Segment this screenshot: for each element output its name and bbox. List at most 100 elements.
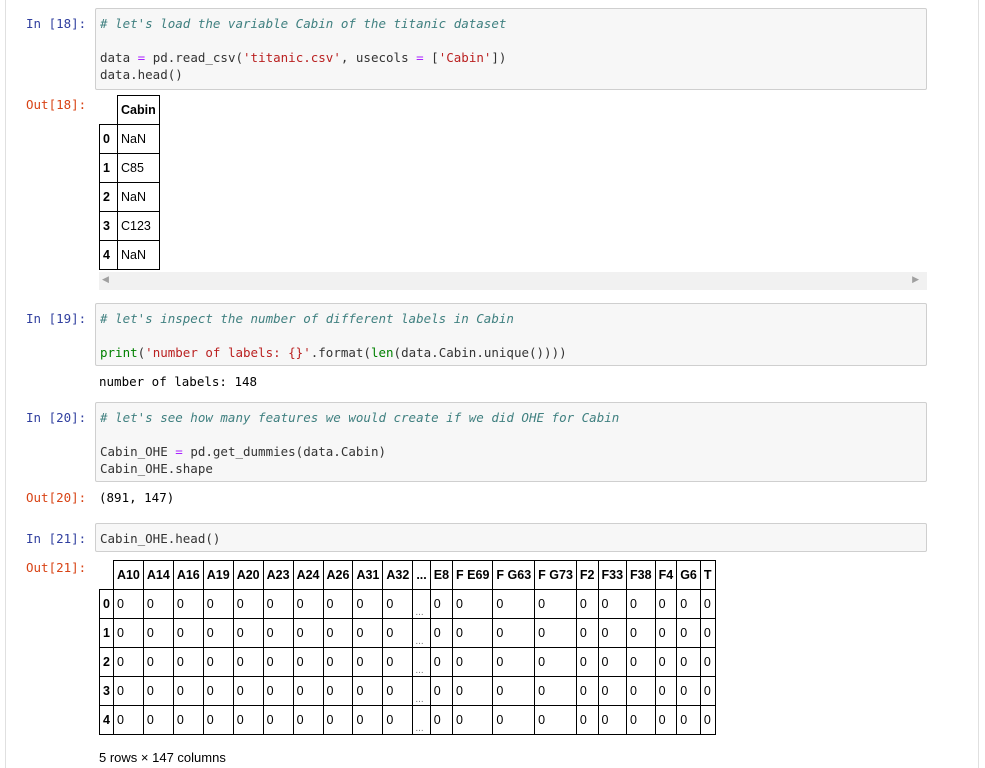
table-cell: 0	[352, 647, 384, 677]
code-comment: # let's see how many features we would c…	[100, 410, 620, 425]
column-header: A14	[142, 560, 174, 590]
table-cell: ...	[412, 705, 431, 735]
row-index: 4	[99, 705, 114, 735]
table-row: 2 NaN	[99, 182, 160, 212]
table-cell: 0	[352, 676, 384, 706]
table-cell: 0	[626, 676, 656, 706]
column-header: A20	[232, 560, 264, 590]
table-cell: 0	[322, 676, 354, 706]
code-cell-20[interactable]: # let's see how many features we would c…	[95, 402, 927, 482]
table-cell: 0	[202, 618, 234, 648]
table-cell: 0	[142, 705, 174, 735]
table-cell: 0	[322, 589, 354, 619]
row-index: 1	[99, 153, 118, 183]
index-header	[99, 95, 118, 125]
in-prompt-18: In [18]:	[26, 16, 87, 31]
column-header: T	[699, 560, 716, 590]
notebook: In [18]: # let's load the variable Cabin…	[0, 0, 985, 768]
column-header: A23	[262, 560, 294, 590]
table-cell: 0	[322, 705, 354, 735]
table-cell: 0	[534, 589, 577, 619]
table-cell: 0	[202, 676, 234, 706]
code-cell-19[interactable]: # let's inspect the number of different …	[95, 303, 927, 366]
column-header: E8	[429, 560, 454, 590]
code-line: print('number of labels: {}'.format(len(…	[100, 345, 567, 360]
table-cell: 0	[597, 647, 628, 677]
out-prompt-21: Out[21]:	[26, 560, 87, 575]
table-cell: 0	[322, 647, 354, 677]
table-cell: 0	[292, 676, 324, 706]
code-cell-18[interactable]: # let's load the variable Cabin of the t…	[95, 8, 927, 90]
table-cell: ...	[412, 589, 431, 619]
table-cell: 0	[699, 647, 716, 677]
table-cell: 0	[172, 647, 204, 677]
table-cell: 0	[322, 618, 354, 648]
table-cell: 0	[575, 705, 599, 735]
table-cell: ...	[412, 676, 431, 706]
table-cell: 0	[699, 676, 716, 706]
table-cell: 0	[382, 647, 414, 677]
table-row: 1 C85	[99, 153, 160, 183]
table-cell: 0	[452, 647, 494, 677]
table-cell: 0	[575, 589, 599, 619]
column-header: F G73	[534, 560, 577, 590]
in-prompt-21: In [21]:	[26, 531, 87, 546]
index-header	[99, 560, 114, 590]
column-header: A19	[202, 560, 234, 590]
table-cell: 0	[597, 705, 628, 735]
table-cell: 0	[172, 589, 204, 619]
table-row: 1 0 0 0 0 0 0 0 0 0 0... 0 0 0 0 0 0 0 0 0 0	[99, 618, 716, 648]
table-cell: 0	[626, 705, 656, 735]
table-cell: 0	[534, 705, 577, 735]
table-cell: 0	[202, 589, 234, 619]
table-row: 4 NaN	[99, 240, 160, 270]
table-cell: 0	[292, 589, 324, 619]
table-row: 3 0 0 0 0 0 0 0 0 0 0... 0 0 0 0 0 0 0 0 0 0	[99, 676, 716, 706]
row-index: 2	[99, 182, 118, 212]
table-cell: 0	[262, 647, 294, 677]
column-header: A26	[322, 560, 354, 590]
table-cell: 0	[676, 589, 701, 619]
table-cell: 0	[575, 676, 599, 706]
table-cell: 0	[575, 618, 599, 648]
execute-result-20: (891, 147)	[99, 490, 175, 505]
table-cell: 0	[429, 589, 454, 619]
code-line: Cabin_OHE.shape	[100, 461, 213, 476]
out-prompt-20: Out[20]:	[26, 490, 87, 505]
table-cell: 0	[382, 676, 414, 706]
row-index: 0	[99, 124, 118, 154]
horizontal-scrollbar[interactable]: ◀ ▶	[99, 272, 927, 290]
row-index: 0	[99, 589, 114, 619]
table-cell: 0	[597, 589, 628, 619]
table-cell: 0	[699, 589, 716, 619]
dataframe-shape-caption: 5 rows × 147 columns	[99, 750, 226, 765]
in-prompt-20: In [20]:	[26, 410, 87, 425]
table-cell: 0	[232, 705, 264, 735]
table-cell: 0	[452, 705, 494, 735]
table-cell: 0	[626, 589, 656, 619]
table-cell: 0	[292, 647, 324, 677]
code-comment: # let's inspect the number of different …	[100, 311, 514, 326]
table-cell: 0	[452, 676, 494, 706]
table-cell: 0	[575, 647, 599, 677]
table-cell: 0	[626, 647, 656, 677]
column-header: A24	[292, 560, 324, 590]
table-row: 4 0 0 0 0 0 0 0 0 0 0... 0 0 0 0 0 0 0 0 0 0	[99, 705, 716, 735]
table-cell: 0	[654, 647, 678, 677]
scroll-left-icon[interactable]: ◀	[102, 275, 109, 285]
table-cell: 0	[352, 589, 384, 619]
table-cell: NaN	[117, 240, 160, 270]
table-cell: ...	[412, 618, 431, 648]
column-header: F38	[626, 560, 656, 590]
table-cell: 0	[202, 647, 234, 677]
table-cell: 0	[534, 676, 577, 706]
table-cell: 0	[597, 676, 628, 706]
column-header: Cabin	[117, 95, 160, 125]
table-cell: 0	[382, 705, 414, 735]
table-cell: 0	[232, 676, 264, 706]
scroll-right-icon[interactable]: ▶	[912, 275, 919, 285]
table-cell: 0	[142, 618, 174, 648]
table-cell: 0	[112, 705, 144, 735]
table-cell: 0	[654, 676, 678, 706]
code-cell-21[interactable]: Cabin_OHE.head()	[95, 523, 927, 552]
